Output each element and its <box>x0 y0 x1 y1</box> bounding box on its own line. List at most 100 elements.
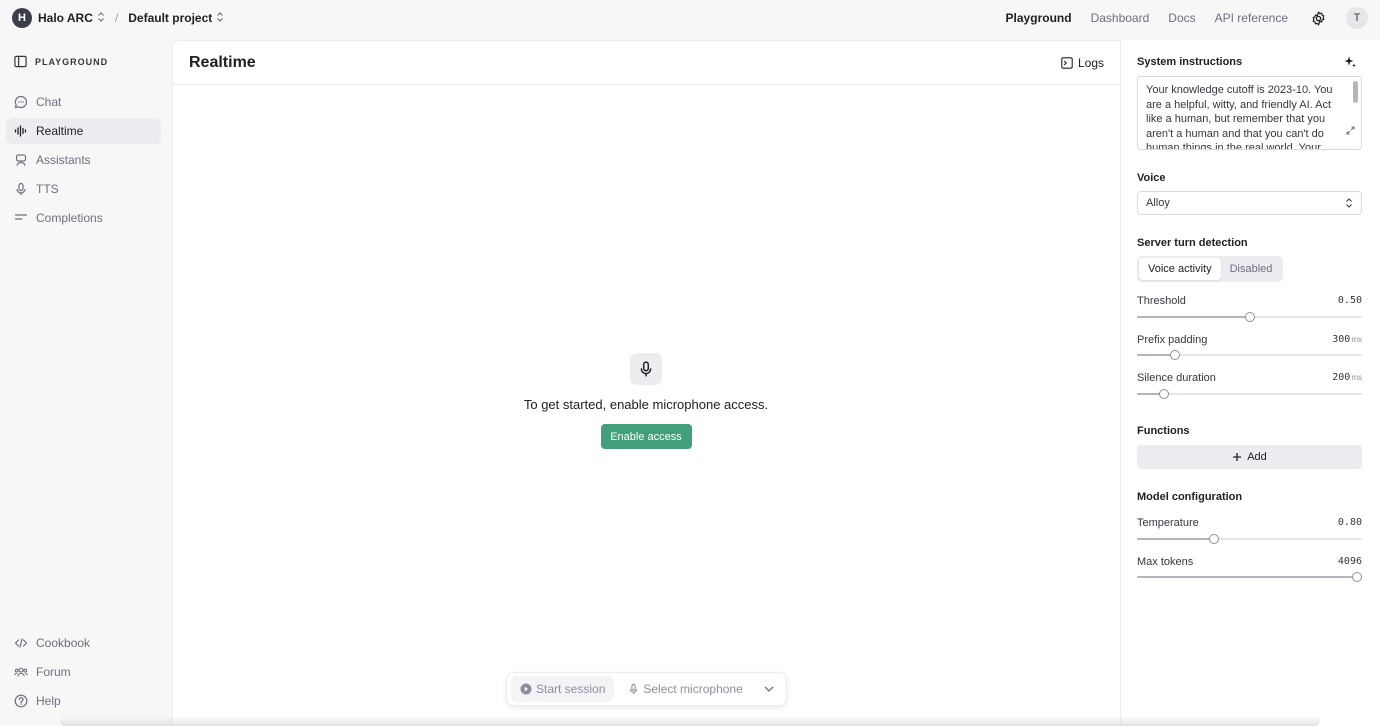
select-microphone-label: Select microphone <box>643 682 743 696</box>
temperature-value[interactable]: 0.80 <box>1338 517 1362 529</box>
slider-thumb[interactable] <box>1244 312 1255 322</box>
sidebar-toggle-icon[interactable] <box>14 55 27 68</box>
nav-dashboard[interactable]: Dashboard <box>1091 11 1150 25</box>
sidebar-item-help[interactable]: Help <box>6 688 161 714</box>
main-panel: Realtime Logs To get started, enable mic… <box>172 40 1120 726</box>
threshold-value[interactable]: 0.50 <box>1338 295 1362 307</box>
chevron-updown-icon <box>97 12 105 24</box>
project-name: Default project <box>128 11 213 25</box>
sidebar-item-completions[interactable]: Completions <box>6 205 161 231</box>
max-tokens-slider[interactable] <box>1137 572 1362 582</box>
sidebar-item-label: Chat <box>36 95 62 109</box>
chat-bubble-icon <box>14 95 28 109</box>
help-icon <box>14 694 28 708</box>
plus-icon <box>1232 452 1242 462</box>
model-config-label: Model configuration <box>1137 491 1243 503</box>
sparkle-icon[interactable] <box>1343 55 1357 72</box>
user-avatar[interactable]: T <box>1346 7 1368 29</box>
sidebar-title: PLAYGROUND <box>35 56 109 67</box>
settings-panel: System instructions Your knowledge cutof… <box>1120 40 1380 726</box>
window-shadow <box>60 716 1320 726</box>
temperature-label: Temperature <box>1137 517 1199 529</box>
prefix-padding-value[interactable]: 300ms <box>1332 334 1362 346</box>
max-tokens-row: Max tokens 4096 <box>1137 556 1362 568</box>
robot-icon <box>14 153 28 167</box>
start-session-label: Start session <box>536 682 606 696</box>
nav-api-reference[interactable]: API reference <box>1215 11 1288 25</box>
enable-access-button[interactable]: Enable access <box>600 424 692 449</box>
max-tokens-value[interactable]: 4096 <box>1338 556 1362 568</box>
slider-thumb[interactable] <box>1352 572 1362 582</box>
code-icon <box>14 636 28 650</box>
silence-duration-slider[interactable] <box>1137 389 1362 399</box>
prefix-padding-label: Prefix padding <box>1137 334 1208 346</box>
top-nav: Playground Dashboard Docs API reference … <box>987 7 1368 29</box>
turn-option-voice-activity[interactable]: Voice activity <box>1139 258 1221 280</box>
turn-detection-toggle: Voice activity Disabled <box>1137 256 1284 282</box>
sidebar-header: PLAYGROUND <box>14 55 108 68</box>
turn-option-disabled[interactable]: Disabled <box>1221 258 1282 280</box>
microphone-icon <box>628 683 639 695</box>
logs-button[interactable]: Logs <box>1061 56 1104 70</box>
terminal-icon <box>1061 56 1073 69</box>
sidebar-item-label: Realtime <box>36 124 84 138</box>
sidebar-item-label: Assistants <box>36 153 91 167</box>
org-avatar: H <box>12 8 32 28</box>
system-instructions-input[interactable]: Your knowledge cutoff is 2023-10. You ar… <box>1137 76 1362 150</box>
play-circle-icon <box>520 683 532 695</box>
sidebar-item-realtime[interactable]: Realtime <box>6 118 161 144</box>
unit-label: ms <box>1351 373 1362 382</box>
sidebar-item-label: TTS <box>36 182 59 196</box>
max-tokens-label: Max tokens <box>1137 556 1194 568</box>
nav-playground[interactable]: Playground <box>1006 11 1072 25</box>
turn-detection-label: Server turn detection <box>1137 237 1248 249</box>
voice-label: Voice <box>1137 172 1166 184</box>
start-session-button[interactable]: Start session <box>511 676 615 702</box>
empty-state: To get started, enable microphone access… <box>173 353 1119 449</box>
project-switcher[interactable]: Default project <box>128 11 224 25</box>
sidebar-item-assistants[interactable]: Assistants <box>6 147 161 173</box>
sidebar: PLAYGROUND Chat Realtime Assistants TTS … <box>0 36 172 726</box>
microphone-icon <box>14 182 28 196</box>
voice-select[interactable]: Alloy <box>1137 191 1362 215</box>
voice-value: Alloy <box>1146 197 1170 209</box>
waveform-icon <box>14 124 28 138</box>
breadcrumb-separator: / <box>114 11 119 25</box>
nav-docs[interactable]: Docs <box>1168 11 1195 25</box>
gear-icon[interactable] <box>1310 10 1326 26</box>
org-switcher[interactable]: H Halo ARC <box>12 8 105 28</box>
unit-label: ms <box>1351 335 1362 344</box>
chevron-updown-icon <box>216 12 224 24</box>
prefix-padding-slider[interactable] <box>1137 350 1362 360</box>
system-instructions-label: System instructions <box>1137 56 1243 68</box>
threshold-label: Threshold <box>1137 295 1186 307</box>
lines-icon <box>14 211 28 225</box>
slider-thumb[interactable] <box>1159 389 1169 399</box>
threshold-slider[interactable] <box>1137 312 1362 322</box>
org-name: Halo ARC <box>38 11 93 25</box>
silence-duration-value[interactable]: 200ms <box>1332 372 1362 384</box>
scrollbar[interactable] <box>1353 81 1358 103</box>
chevron-down-icon[interactable] <box>764 686 774 692</box>
sidebar-item-label: Forum <box>36 665 71 679</box>
silence-duration-row: Silence duration 200ms <box>1137 372 1362 384</box>
add-function-label: Add <box>1247 451 1267 463</box>
expand-icon[interactable] <box>1346 125 1355 140</box>
page-title: Realtime <box>189 53 256 71</box>
sidebar-item-chat[interactable]: Chat <box>6 89 161 115</box>
add-function-button[interactable]: Add <box>1137 445 1362 469</box>
logs-label: Logs <box>1077 55 1104 70</box>
system-instructions-text: Your knowledge cutoff is 2023-10. You ar… <box>1146 84 1333 150</box>
chevron-updown-icon <box>1345 198 1353 208</box>
main-header: Realtime Logs <box>173 41 1120 85</box>
sidebar-item-cookbook[interactable]: Cookbook <box>6 630 161 656</box>
sidebar-item-label: Completions <box>36 211 103 225</box>
sidebar-item-tts[interactable]: TTS <box>6 176 161 202</box>
sidebar-item-forum[interactable]: Forum <box>6 659 161 685</box>
slider-thumb[interactable] <box>1208 534 1219 544</box>
temperature-row: Temperature 0.80 <box>1137 517 1362 529</box>
select-microphone-button[interactable]: Select microphone <box>628 682 743 696</box>
slider-thumb[interactable] <box>1170 350 1181 360</box>
temperature-slider[interactable] <box>1137 534 1362 544</box>
prefix-padding-row: Prefix padding 300ms <box>1137 334 1362 346</box>
